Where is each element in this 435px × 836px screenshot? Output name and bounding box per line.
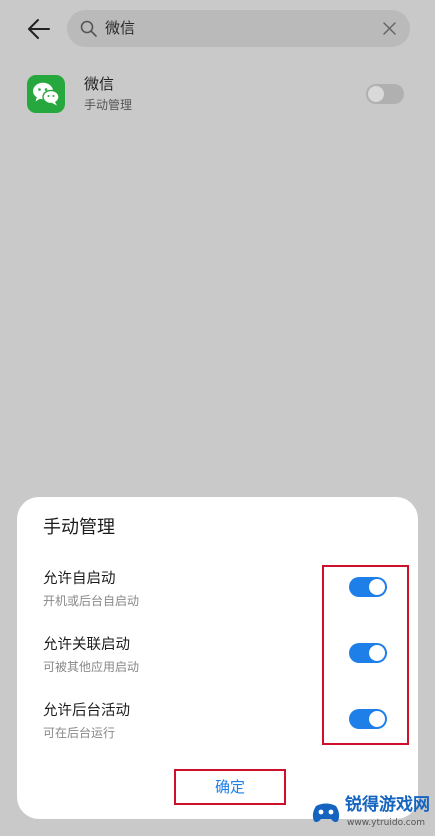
- search-input[interactable]: 微信: [67, 10, 410, 47]
- watermark-title: 锐得游戏网: [345, 795, 430, 815]
- manual-manage-dialog: 手动管理 允许自启动 开机或后台自启动 允许关联启动 可被其他应用启动 允许后台…: [17, 497, 418, 819]
- arrow-left-icon: [28, 19, 50, 39]
- app-subtitle: 手动管理: [84, 98, 133, 112]
- top-bar: 微信: [0, 0, 435, 58]
- wechat-icon: [27, 75, 65, 113]
- watermark-url: www.ytruido.com: [347, 818, 426, 828]
- app-auto-manage-toggle[interactable]: [366, 84, 404, 104]
- search-icon: [80, 20, 97, 37]
- search-query[interactable]: 微信: [105, 18, 135, 39]
- option-description: 开机或后台自启动: [43, 594, 140, 608]
- option-description: 可被其他应用启动: [43, 660, 140, 674]
- app-list-item[interactable]: 微信 手动管理: [0, 64, 435, 126]
- option-description: 可在后台运行: [43, 726, 116, 740]
- app-name: 微信: [84, 75, 115, 93]
- toggle-knob: [368, 86, 384, 102]
- confirm-highlight-box: [174, 769, 286, 805]
- gamepad-logo-icon: [312, 803, 340, 823]
- option-label: 允许自启动: [43, 571, 116, 587]
- site-watermark: 锐得游戏网 www.ytruido.com: [300, 790, 435, 836]
- toggles-highlight-box: [322, 565, 409, 745]
- dialog-title: 手动管理: [43, 517, 115, 538]
- back-button[interactable]: [24, 14, 54, 44]
- option-label: 允许后台活动: [43, 703, 130, 719]
- clear-icon[interactable]: [381, 20, 398, 37]
- option-label: 允许关联启动: [43, 637, 130, 653]
